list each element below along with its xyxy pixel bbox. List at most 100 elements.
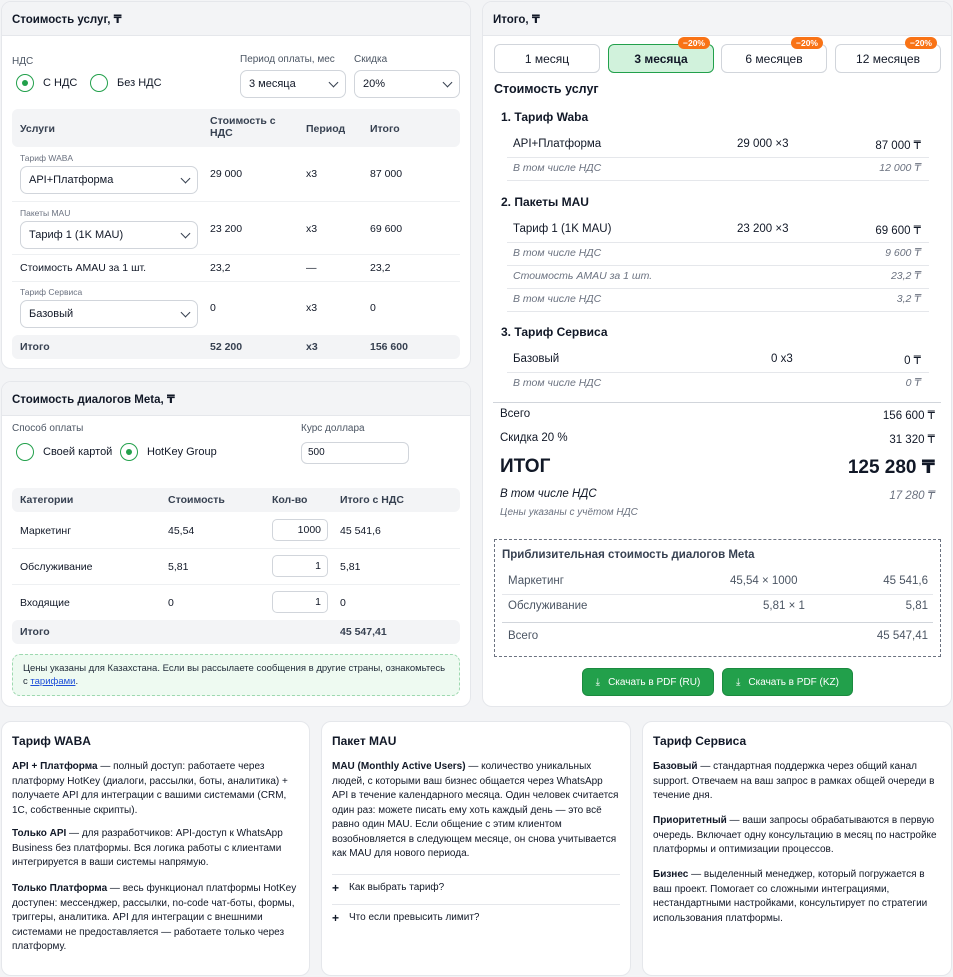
info-waba-p2: Только API — для разработчиков: API-дост…: [12, 828, 283, 868]
meta-row-name: Обслуживание: [20, 561, 93, 573]
faq-choose-tariff[interactable]: + Как выбрать тариф?: [332, 874, 620, 900]
faq-exceed-limit[interactable]: + Что если превысить лимит?: [332, 904, 620, 930]
service-vat: 0 ₸: [905, 377, 921, 389]
discount-label: Скидка: [354, 54, 388, 65]
info-service-card: Тариф Сервиса Базовый — стандартная подд…: [642, 721, 952, 976]
rate-label: Курс доллара: [301, 423, 365, 434]
info-waba-p1: API + Платформа — полный доступ: работае…: [12, 761, 288, 816]
meta-row-cost: 5,81: [168, 561, 189, 573]
service-total: 0: [370, 302, 376, 314]
mau-cost: 23 200: [210, 223, 243, 235]
mau-total: 69 600: [370, 223, 403, 235]
service-select[interactable]: Базовый: [20, 300, 198, 328]
pay-own-card-radio[interactable]: Своей картой: [16, 443, 112, 461]
amau-value: 23,2 ₸: [890, 270, 921, 282]
meta-approx-value: 5,81: [905, 600, 928, 612]
download-pdf-kz-button[interactable]: ⤓ Скачать в PDF (KZ): [722, 668, 853, 696]
chevron-down-icon: [328, 77, 339, 87]
meta-approx-name: Обслуживание: [508, 600, 588, 612]
meta-row-qty-input[interactable]: 1: [272, 555, 328, 577]
service-row-label: Тариф Сервиса: [20, 287, 83, 297]
row-divider: [12, 584, 460, 585]
group-mau-title: 2. Пакеты MAU: [501, 195, 589, 209]
row-divider: [507, 180, 929, 181]
download-icon: ⤓: [595, 676, 601, 688]
rate-input[interactable]: 500: [301, 442, 409, 464]
row-divider: [12, 548, 460, 549]
meta-row-qty-input[interactable]: 1000: [272, 519, 328, 541]
amau-cost: 23,2: [210, 262, 231, 274]
mau-select[interactable]: Тариф 1 (1K MAU): [20, 221, 198, 249]
radio-unchecked-icon: [90, 74, 108, 92]
period-select[interactable]: 3 месяца: [240, 70, 346, 98]
meta-row-qty-input[interactable]: 1: [272, 591, 328, 613]
info-service-p2: Приоритетный — ваши запросы обрабатывают…: [653, 815, 937, 855]
section-divider: [493, 402, 941, 403]
summary-title: Итого, ₸: [483, 2, 951, 36]
meta-approx-title: Приблизительная стоимость диалогов Meta: [502, 549, 755, 561]
discount-select[interactable]: 20%: [354, 70, 460, 98]
row-divider: [502, 594, 933, 595]
tab-6-months[interactable]: 6 месяцев −20%: [721, 37, 827, 73]
tab-12-months[interactable]: 12 месяцев −20%: [835, 37, 941, 73]
row-divider: [507, 311, 929, 312]
waba-calc: 29 000 ×3: [737, 138, 789, 150]
final-vat: 17 280 ₸: [889, 490, 935, 502]
meta-total-row: Итого 45 547,41: [12, 620, 460, 644]
amau-vat: 3,2 ₸: [896, 293, 921, 305]
service-vat-label: В том числе НДС: [513, 377, 602, 389]
download-icon: ⤓: [735, 676, 741, 688]
meta-row-total: 0: [340, 597, 346, 609]
amau-label: Стоимость AMAU за 1 шт.: [20, 262, 147, 274]
mau-vat: 9 600 ₸: [885, 247, 921, 259]
chevron-down-icon: [180, 307, 191, 317]
meta-row-cost: 0: [168, 597, 174, 609]
summary-card: Итого, ₸ 1 месяц 3 месяца −20% 6 месяцев −…: [482, 1, 952, 707]
service-name: Базовый: [513, 353, 560, 365]
services-total-row: Итого 52 200 x3 156 600: [12, 335, 460, 359]
radio-checked-icon: [16, 74, 34, 92]
info-mau-p1: MAU (Monthly Active Users) — количество …: [332, 761, 619, 859]
tab-1-month[interactable]: 1 месяц: [494, 44, 600, 73]
service-sum: 0 ₸: [904, 355, 921, 367]
period-label: Период оплаты, мес: [240, 54, 335, 65]
waba-vat-label: В том числе НДС: [513, 162, 602, 174]
sum-all-label: Всего: [500, 408, 531, 420]
services-cost-title: Стоимость услуг, ₸: [2, 2, 470, 36]
tab-3-months[interactable]: 3 месяца −20%: [608, 37, 714, 73]
info-waba-title: Тариф WABA: [12, 734, 91, 748]
meta-approx-name: Маркетинг: [508, 575, 564, 587]
nds-label: НДС: [12, 56, 34, 67]
meta-dialogs-title: Стоимость диалогов Meta, ₸: [2, 382, 470, 416]
pay-hotkey-radio[interactable]: HotKey Group: [120, 443, 217, 461]
final-value: 125 280 ₸: [847, 457, 935, 478]
meta-row-total: 5,81: [340, 561, 361, 573]
info-service-p1: Базовый — стандартная поддержка через об…: [653, 761, 935, 801]
info-service-p3: Бизнес — выделенный менеджер, который по…: [653, 869, 928, 924]
discount-badge: −20%: [678, 37, 710, 49]
row-divider: [507, 372, 929, 373]
nds-without-radio[interactable]: Без НДС: [90, 74, 162, 92]
discount-row-label: Скидка 20 %: [500, 432, 568, 444]
waba-vat: 12 000 ₸: [879, 162, 921, 174]
final-vat-label: В том числе НДС: [500, 488, 597, 500]
tariffs-link[interactable]: тарифами: [30, 676, 75, 687]
meta-table-header: Категории Стоимость Кол-во Итого с НДС: [12, 488, 460, 512]
meta-row-cost: 45,54: [168, 525, 195, 537]
group-waba-title: 1. Тариф Waba: [501, 110, 589, 124]
payment-method-label: Способ оплаты: [12, 423, 84, 434]
waba-total: 87 000: [370, 168, 403, 180]
amau-vat-label: В том числе НДС: [513, 293, 602, 305]
services-table-header: Услуги Стоимость с НДС Период Итого: [12, 109, 460, 147]
meta-dialogs-card: Стоимость диалогов Meta, ₸ Способ оплаты…: [1, 381, 471, 707]
nds-with-radio[interactable]: С НДС: [16, 74, 77, 92]
services-cost-card: Стоимость услуг, ₸ НДС С НДС Без НДС Пер…: [1, 1, 471, 369]
download-pdf-ru-button[interactable]: ⤓ Скачать в PDF (RU): [582, 668, 714, 696]
country-note: Цены указаны для Казахстана. Если вы рас…: [12, 654, 460, 696]
waba-name: API+Платформа: [513, 138, 602, 150]
row-divider: [502, 622, 933, 623]
mau-row-label: Пакеты MAU: [20, 208, 71, 218]
meta-row-name: Входящие: [20, 597, 70, 609]
waba-select[interactable]: API+Платформа: [20, 166, 198, 194]
meta-row-name: Маркетинг: [20, 525, 72, 537]
